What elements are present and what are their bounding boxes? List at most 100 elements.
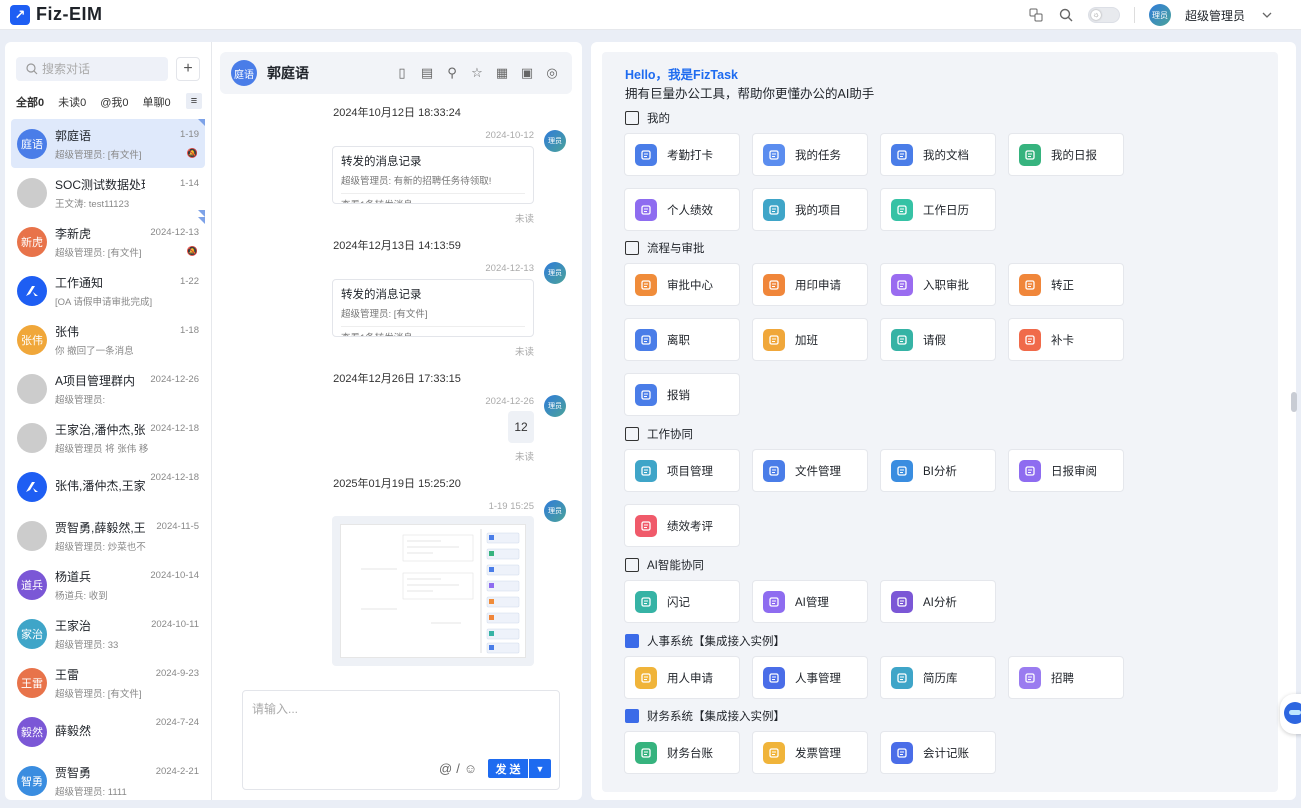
conversation-item[interactable]: 庭语 郭庭语 超级管理员: [有文件] 1-19 🔕 bbox=[11, 119, 205, 168]
message-input-box[interactable]: @ / ☺ 发 送 ▼ bbox=[242, 690, 560, 790]
tool-card[interactable]: 日报审阅 bbox=[1008, 449, 1124, 492]
conversation-item[interactable]: 毅然 薛毅然 2024-7-24 bbox=[11, 707, 205, 756]
tool-card[interactable]: 考勤打卡 bbox=[624, 133, 740, 176]
calendar-icon[interactable]: ▣ bbox=[519, 65, 535, 81]
filter-mention[interactable]: @我0 bbox=[100, 94, 128, 110]
tool-card[interactable]: 我的日报 bbox=[1008, 133, 1124, 176]
user-name[interactable]: 超级管理员 bbox=[1185, 7, 1245, 24]
tool-card[interactable]: 工作日历 bbox=[880, 188, 996, 231]
tool-card[interactable]: AI管理 bbox=[752, 580, 868, 623]
tool-card[interactable]: 人事管理 bbox=[752, 656, 868, 699]
tool-card[interactable]: 会计记账 bbox=[880, 731, 996, 774]
tool-card[interactable]: 招聘 bbox=[1008, 656, 1124, 699]
pin-icon[interactable]: ⚲ bbox=[444, 65, 460, 81]
mention-icon[interactable]: @ bbox=[439, 761, 452, 776]
menu-icon[interactable]: ≡ bbox=[186, 93, 202, 109]
contact-avatar[interactable]: 庭语 bbox=[231, 60, 257, 86]
tool-card[interactable]: 财务台账 bbox=[624, 731, 740, 774]
tool-card[interactable]: 项目管理 bbox=[624, 449, 740, 492]
message-input[interactable] bbox=[252, 700, 542, 740]
chevron-down-icon[interactable] bbox=[1259, 7, 1275, 23]
forward-title: 转发的消息记录 bbox=[341, 156, 422, 168]
tool-card[interactable]: 我的项目 bbox=[752, 188, 868, 231]
tool-card[interactable]: 离职 bbox=[624, 318, 740, 361]
tool-icon bbox=[1019, 666, 1041, 689]
tool-card[interactable]: 用人申请 bbox=[624, 656, 740, 699]
filter-unread[interactable]: 未读0 bbox=[58, 94, 86, 110]
search-input[interactable] bbox=[42, 62, 152, 76]
send-button[interactable]: 发 送 bbox=[488, 759, 528, 778]
add-button[interactable]: + bbox=[176, 57, 200, 81]
image-message[interactable] bbox=[332, 516, 534, 666]
emoji-icon[interactable]: ☺ bbox=[464, 761, 477, 776]
forward-link[interactable]: 查看1条转发消息 bbox=[341, 326, 525, 336]
section-label: 我的 bbox=[647, 113, 670, 125]
tool-card[interactable]: 简历库 bbox=[880, 656, 996, 699]
section-label: AI智能协同 bbox=[647, 560, 704, 572]
tool-icon bbox=[763, 328, 785, 351]
user-avatar[interactable]: 理员 bbox=[1148, 4, 1171, 26]
tool-icon bbox=[763, 459, 785, 482]
settings-icon[interactable]: ◎ bbox=[544, 65, 560, 81]
tool-card[interactable]: 入职审批 bbox=[880, 263, 996, 306]
tool-card[interactable]: 用印申请 bbox=[752, 263, 868, 306]
my-avatar[interactable]: 理员 bbox=[544, 262, 566, 284]
conversation-item[interactable]: 王家治,潘仲杰,张 超级管理员 将 张伟 移 2024-12-18 bbox=[11, 413, 205, 462]
scrollbar[interactable] bbox=[1291, 392, 1297, 412]
star-icon[interactable]: ☆ bbox=[469, 65, 485, 81]
conversation-item[interactable]: 家治 王家治 超级管理员: 33 2024-10-11 bbox=[11, 609, 205, 658]
tool-card[interactable]: 文件管理 bbox=[752, 449, 868, 492]
translate-icon[interactable] bbox=[1028, 7, 1044, 23]
conversation-panel: + 全部0 未读0 @我0 单聊0 ≡ 庭语郭庭语超级管理员: [有文件] 1-1… bbox=[5, 42, 212, 800]
conversation-item[interactable]: 工作通知 [OA 请假申请审批完成] 1-22 bbox=[11, 266, 205, 315]
section-label: 人事系统【集成接入实例】 bbox=[647, 636, 785, 648]
my-avatar[interactable]: 理员 bbox=[544, 395, 566, 417]
tool-icon bbox=[763, 741, 785, 764]
conversation-item[interactable]: 王雷 王雷 超级管理员: [有文件] 2024-9-23 bbox=[11, 658, 205, 707]
tool-card[interactable]: BI分析 bbox=[880, 449, 996, 492]
note-icon[interactable]: ▦ bbox=[494, 65, 510, 81]
search-box[interactable] bbox=[16, 57, 168, 81]
tool-icon bbox=[1019, 143, 1041, 166]
tool-card[interactable]: 报销 bbox=[624, 373, 740, 416]
conversation-item[interactable]: 智勇 贾智勇 超级管理员: 1111 2024-2-21 bbox=[11, 756, 205, 800]
theme-toggle[interactable]: ☼ bbox=[1087, 7, 1120, 23]
filter-all[interactable]: 全部0 bbox=[16, 94, 44, 110]
tool-card[interactable]: 我的文档 bbox=[880, 133, 996, 176]
conversation-item[interactable]: 贾智勇,薛毅然,王 超级管理员: 炒菜也不 2024-11-5 bbox=[11, 511, 205, 560]
tool-icon bbox=[891, 143, 913, 166]
conversation-item[interactable]: 新虎 李新虎 超级管理员: [有文件] 2024-12-13 🔕 bbox=[11, 217, 205, 266]
assistant-bot-button[interactable] bbox=[1280, 694, 1301, 734]
tool-card[interactable]: 转正 bbox=[1008, 263, 1124, 306]
conversation-time: 2024-12-18 bbox=[150, 423, 199, 434]
conversation-item[interactable]: 道兵 杨道兵 杨道兵: 收到 2024-10-14 bbox=[11, 560, 205, 609]
tool-card[interactable]: 审批中心 bbox=[624, 263, 740, 306]
conversation-item[interactable]: SOC测试数据处理项目王文涛: test11123 1-14 bbox=[11, 168, 205, 217]
conversation-preview: 超级管理员: 33 bbox=[55, 639, 119, 651]
tool-card[interactable]: 个人绩效 bbox=[624, 188, 740, 231]
tool-label: AI管理 bbox=[795, 596, 829, 609]
text-bubble[interactable]: 12 bbox=[508, 411, 534, 443]
sidebar-icon[interactable]: ▯ bbox=[394, 65, 410, 81]
tool-card[interactable]: 加班 bbox=[752, 318, 868, 361]
section-title: 工作协同 bbox=[625, 426, 693, 442]
tool-card[interactable]: 绩效考评 bbox=[624, 504, 740, 547]
my-avatar[interactable]: 理员 bbox=[544, 500, 566, 522]
forwarded-message-card[interactable]: 转发的消息记录 超级管理员: [有文件] 查看1条转发消息 bbox=[332, 279, 534, 337]
tool-card[interactable]: 发票管理 bbox=[752, 731, 868, 774]
search-icon[interactable] bbox=[1058, 7, 1074, 23]
conversation-item[interactable]: A项目管理群内 超级管理员: 2024-12-26 bbox=[11, 364, 205, 413]
tool-card[interactable]: 闪记 bbox=[624, 580, 740, 623]
history-icon[interactable]: ▤ bbox=[419, 65, 435, 81]
forward-link[interactable]: 查看1条转发消息 bbox=[341, 193, 525, 203]
forwarded-message-card[interactable]: 转发的消息记录 超级管理员: 有新的招聘任务待领取! 查看1条转发消息 bbox=[332, 146, 534, 204]
my-avatar[interactable]: 理员 bbox=[544, 130, 566, 152]
tool-card[interactable]: 请假 bbox=[880, 318, 996, 361]
tool-card[interactable]: 补卡 bbox=[1008, 318, 1124, 361]
conversation-item[interactable]: 张伟 张伟你 撤回了一条消息 1-18 bbox=[11, 315, 205, 364]
tool-card[interactable]: AI分析 bbox=[880, 580, 996, 623]
tool-card[interactable]: 我的任务 bbox=[752, 133, 868, 176]
send-options-icon[interactable]: ▼ bbox=[529, 759, 551, 778]
filter-single[interactable]: 单聊0 bbox=[143, 94, 171, 110]
conversation-item[interactable]: 张伟,潘仲杰,王家 2024-12-18 bbox=[11, 462, 205, 511]
